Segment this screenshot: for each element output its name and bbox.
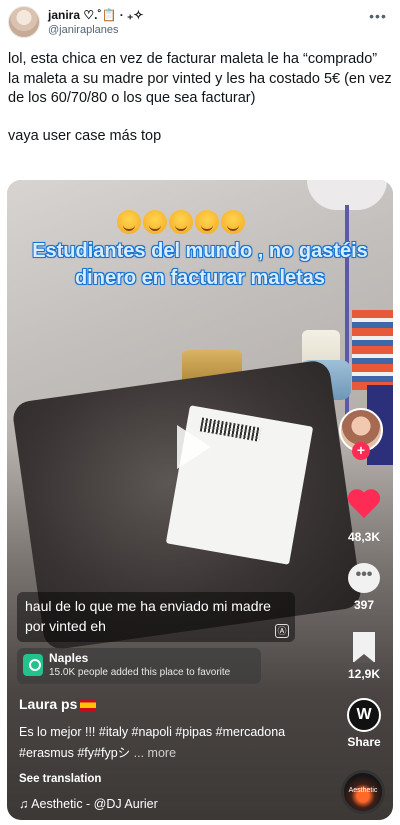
tweet-text-paragraph-2: vaya user case más top (8, 127, 162, 144)
tweet-body: lol, esta chica en vez de facturar malet… (8, 50, 392, 146)
play-icon[interactable] (177, 425, 211, 469)
books-shape (352, 310, 393, 390)
music-track[interactable]: ♫ Aesthetic - @DJ Aurier (19, 797, 158, 811)
caption-text: haul de lo que me ha enviado mi madre po… (25, 598, 271, 634)
overlay-emoji-row (117, 210, 267, 238)
video-caption: haul de lo que me ha enviado mi madre po… (17, 592, 295, 642)
share-icon[interactable]: W (347, 698, 381, 732)
tweet-text-paragraph-1: lol, esta chica en vez de facturar malet… (8, 51, 392, 106)
heart-icon[interactable] (347, 490, 381, 522)
smiling-face-icon (221, 210, 245, 234)
follow-plus-icon[interactable]: + (352, 442, 370, 460)
share-label[interactable]: Share (334, 735, 393, 749)
see-translation-link[interactable]: See translation (19, 773, 101, 785)
more-options-icon[interactable]: ••• (368, 8, 388, 24)
place-subtitle: 15.0K people added this place to favorit… (49, 667, 231, 678)
spain-flag-icon (80, 699, 97, 711)
place-name: Naples (49, 651, 89, 665)
place-tag[interactable]: Naples 15.0K people added this place to … (17, 648, 261, 684)
smiling-face-icon (169, 210, 193, 234)
bookmark-icon[interactable] (353, 632, 375, 663)
saves-count: 12,9K (347, 667, 381, 681)
smiling-face-icon (143, 210, 167, 234)
auto-caption-icon[interactable]: Ⓐ (275, 624, 289, 638)
embedded-video[interactable]: Estudiantes del mundo , no gastéis diner… (7, 180, 393, 820)
smiling-face-icon (195, 210, 219, 234)
comment-icon[interactable]: ••• (348, 563, 380, 593)
video-author[interactable]: Laura ps (19, 696, 97, 712)
video-description: Es lo mejor !!! #italy #napoli #pipas #m… (19, 722, 319, 764)
disc-label: Aesthetic (348, 787, 378, 794)
likes-count: 48,3K (347, 530, 381, 544)
music-disc-icon[interactable]: Aesthetic (341, 770, 385, 814)
user-names: janira ♡.˚📋 · ₊✧ @janiraplanes (48, 8, 143, 36)
tweet-header: janira ♡.˚📋 · ₊✧ @janiraplanes ••• (8, 4, 392, 44)
user-avatar[interactable] (8, 6, 40, 38)
smiling-face-icon (117, 210, 141, 234)
author-name: Laura ps (19, 696, 78, 712)
location-pin-icon (23, 654, 43, 676)
more-link[interactable]: ... more (134, 746, 176, 760)
user-handle[interactable]: @janiraplanes (48, 24, 143, 36)
comments-count: 397 (353, 598, 375, 612)
display-name[interactable]: janira ♡.˚📋 · ₊✧ (48, 8, 143, 22)
overlay-title: Estudiantes del mundo , no gastéis diner… (32, 240, 368, 289)
